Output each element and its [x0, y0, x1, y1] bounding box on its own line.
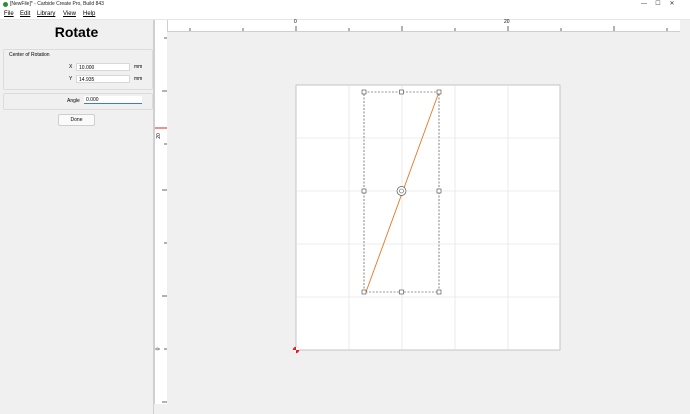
handle-bottom-right[interactable] [436, 289, 442, 295]
v-ruler-label-20: 20 [155, 133, 162, 139]
center-of-rotation-label: Center of Rotation [9, 52, 50, 58]
status-area [154, 404, 690, 414]
handle-bottom-left[interactable] [361, 289, 367, 295]
y-unit: mm [134, 76, 143, 82]
h-ruler-label-20: 20 [504, 19, 510, 25]
carbide-logo-icon [3, 2, 8, 7]
menu-bar: File Edit Library View Help [0, 9, 690, 20]
minimize-button[interactable]: — [638, 0, 650, 9]
menu-help[interactable]: Help [83, 9, 95, 19]
panel-title: Rotate [54, 24, 99, 40]
origin-marker-icon [292, 346, 300, 354]
menu-file[interactable]: File [4, 9, 14, 19]
stock-area[interactable] [295, 84, 561, 351]
x-field[interactable]: 10.000 [76, 63, 130, 71]
x-label: X [69, 64, 73, 70]
x-unit: mm [134, 64, 143, 70]
y-field[interactable]: 14.935 [76, 75, 130, 83]
close-button[interactable]: ✕ [666, 0, 678, 9]
handle-middle-left[interactable] [361, 188, 367, 194]
rotation-center-icon[interactable] [396, 186, 407, 196]
horizontal-ruler[interactable]: 0 20 [167, 19, 680, 32]
y-label: Y [69, 76, 73, 82]
done-button[interactable]: Done [58, 114, 95, 126]
h-ruler-label-0: 0 [294, 19, 297, 25]
title-bar: [NewFile]* - Carbide Create Pro, Build 8… [0, 0, 690, 9]
window-title: [NewFile]* - Carbide Create Pro, Build 8… [10, 1, 104, 7]
handle-top-right[interactable] [436, 89, 442, 95]
handle-top-left[interactable] [361, 89, 367, 95]
angle-field[interactable]: 0.000 [84, 96, 142, 104]
vertical-ruler-ticks [155, 37, 167, 403]
canvas-drawing [292, 84, 561, 354]
menu-edit[interactable]: Edit [20, 9, 30, 19]
horizontal-ruler-ticks [189, 26, 668, 31]
vertical-ruler[interactable]: 20 0 [154, 20, 168, 404]
design-canvas[interactable] [167, 32, 680, 404]
handle-bottom-middle[interactable] [399, 289, 404, 295]
v-ruler-label-0: 0 [155, 347, 162, 351]
menu-library[interactable]: Library [37, 9, 55, 19]
handle-middle-right[interactable] [436, 188, 442, 194]
maximize-button[interactable]: ☐ [652, 0, 664, 9]
angle-label: Angle [67, 98, 80, 104]
menu-view[interactable]: View [63, 9, 76, 19]
handle-top-middle[interactable] [399, 89, 404, 95]
